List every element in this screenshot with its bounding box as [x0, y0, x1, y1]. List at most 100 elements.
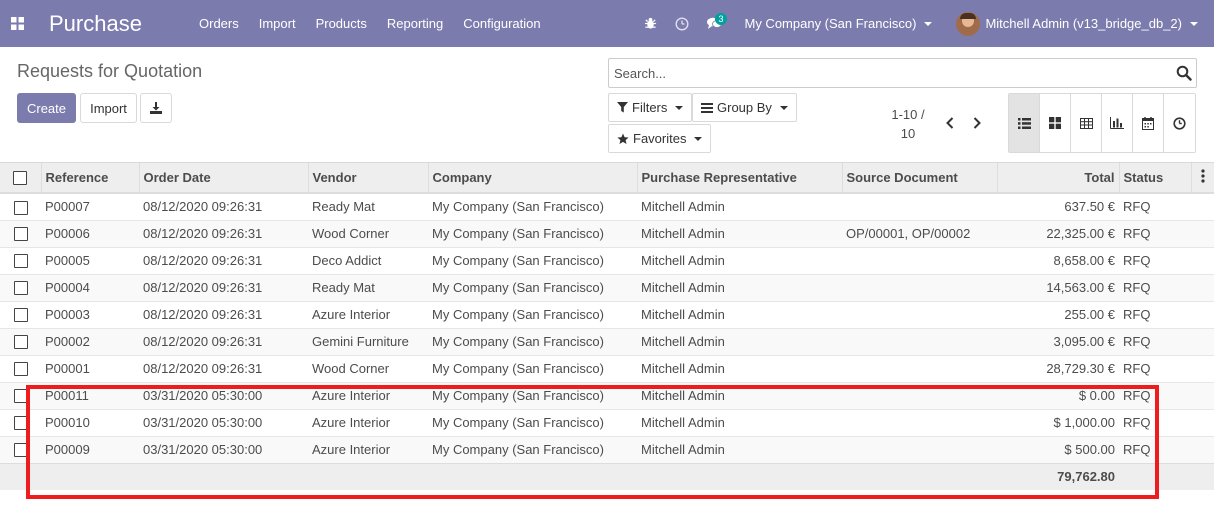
row-checkbox-cell[interactable]: [0, 192, 41, 220]
cell-vendor: Azure Interior: [308, 381, 428, 409]
cell-reference: P00006: [41, 219, 139, 247]
debug-bug-icon[interactable]: [634, 0, 666, 47]
row-checkbox[interactable]: [13, 200, 28, 215]
activity-view-icon[interactable]: [1164, 94, 1195, 152]
user-name: Mitchell Admin (v13_bridge_db_2): [985, 16, 1182, 31]
search-input[interactable]: [614, 65, 1164, 81]
cell-status: RFQ: [1119, 246, 1191, 274]
pager-next-icon[interactable]: [969, 115, 985, 131]
row-checkbox[interactable]: [13, 416, 28, 431]
cell-total: $ 1,000.00: [997, 408, 1119, 436]
menu-configuration[interactable]: Configuration: [463, 16, 540, 31]
row-checkbox[interactable]: [13, 335, 28, 350]
table-row[interactable]: P00011 03/31/2020 05:30:00 Azure Interior M…: [0, 381, 1214, 409]
view-switcher: [1008, 93, 1196, 153]
menu-orders[interactable]: Orders: [199, 16, 239, 31]
kanban-view-icon[interactable]: [1040, 94, 1071, 152]
menu-products[interactable]: Products: [316, 16, 367, 31]
search-icon[interactable]: [1176, 65, 1192, 84]
cell-company: My Company (San Francisco): [428, 408, 637, 436]
cell-company: My Company (San Francisco): [428, 354, 637, 382]
cell-rep: Mitchell Admin: [637, 273, 842, 301]
optional-columns-icon[interactable]: [1191, 163, 1214, 194]
cell-company: My Company (San Francisco): [428, 192, 637, 220]
row-end-cell: [1191, 273, 1214, 301]
row-checkbox-cell[interactable]: [0, 327, 41, 355]
graph-view-icon[interactable]: [1102, 94, 1133, 152]
cell-vendor: Deco Addict: [308, 246, 428, 274]
table-row[interactable]: P00003 08/12/2020 09:26:31 Azure Interior M…: [0, 300, 1214, 328]
cell-rep: Mitchell Admin: [637, 354, 842, 382]
column-header-status[interactable]: Status: [1119, 163, 1192, 194]
table-row[interactable]: P00009 03/31/2020 05:30:00 Azure Interior M…: [0, 435, 1214, 463]
table-row[interactable]: P00007 08/12/2020 09:26:31 Ready Mat My Com…: [0, 192, 1214, 220]
column-header-company[interactable]: Company: [428, 163, 638, 194]
row-checkbox[interactable]: [13, 227, 28, 242]
row-checkbox[interactable]: [13, 389, 28, 404]
cell-reference: P00001: [41, 354, 139, 382]
apps-menu-icon[interactable]: [0, 0, 34, 47]
table-row[interactable]: P00004 08/12/2020 09:26:31 Ready Mat My Com…: [0, 273, 1214, 301]
pivot-view-icon[interactable]: [1071, 94, 1102, 152]
company-switcher[interactable]: My Company (San Francisco): [744, 16, 933, 31]
cell-vendor: Wood Corner: [308, 354, 428, 382]
cell-source: [842, 273, 997, 301]
group-by-button[interactable]: Group By: [692, 93, 797, 122]
cell-total: 8,658.00 €: [997, 246, 1119, 274]
activity-clock-icon[interactable]: [666, 0, 698, 47]
cell-reference: P00002: [41, 327, 139, 355]
footer-cell: [308, 462, 428, 490]
chevron-down-icon: [779, 105, 788, 110]
app-name[interactable]: Purchase: [49, 11, 199, 37]
table-row[interactable]: P00002 08/12/2020 09:26:31 Gemini Furnitur…: [0, 327, 1214, 355]
pager-value[interactable]: 1-10 / 10: [883, 105, 933, 143]
filters-button[interactable]: Filters: [608, 93, 693, 122]
row-checkbox-cell[interactable]: [0, 408, 41, 436]
menu-reporting[interactable]: Reporting: [387, 16, 443, 31]
column-header-reference[interactable]: Reference: [41, 163, 140, 194]
row-checkbox[interactable]: [13, 281, 28, 296]
column-header-vendor[interactable]: Vendor: [308, 163, 429, 194]
select-all-checkbox[interactable]: [13, 171, 28, 186]
calendar-view-icon[interactable]: [1133, 94, 1164, 152]
menu-import[interactable]: Import: [259, 16, 296, 31]
column-header-total[interactable]: Total: [997, 163, 1120, 194]
import-button[interactable]: Import: [80, 93, 137, 123]
messages-badge: 3: [715, 13, 727, 25]
row-end-cell: [1191, 435, 1214, 463]
row-checkbox-cell[interactable]: [0, 246, 41, 274]
column-header-order-date[interactable]: Order Date: [139, 163, 309, 194]
table-row[interactable]: P00006 08/12/2020 09:26:31 Wood Corner My C…: [0, 219, 1214, 247]
favorites-button[interactable]: Favorites: [608, 124, 712, 153]
row-checkbox[interactable]: [13, 308, 28, 323]
user-menu[interactable]: Mitchell Admin (v13_bridge_db_2): [956, 11, 1198, 36]
list-view-icon[interactable]: [1009, 94, 1040, 152]
filters-label: Filters: [632, 100, 668, 115]
row-checkbox[interactable]: [13, 443, 28, 458]
export-download-button[interactable]: [140, 93, 172, 123]
row-checkbox-cell[interactable]: [0, 300, 41, 328]
create-button[interactable]: Create: [17, 93, 76, 123]
table-row[interactable]: P00010 03/31/2020 05:30:00 Azure Interior M…: [0, 408, 1214, 436]
pager-previous-icon[interactable]: [942, 115, 958, 131]
row-checkbox-cell[interactable]: [0, 354, 41, 382]
chevron-down-icon: [694, 136, 703, 141]
cell-status: RFQ: [1119, 354, 1191, 382]
row-checkbox-cell[interactable]: [0, 273, 41, 301]
row-checkbox-cell[interactable]: [0, 381, 41, 409]
messages-icon[interactable]: 3: [698, 0, 730, 47]
row-end-cell: [1191, 327, 1214, 355]
row-checkbox-cell[interactable]: [0, 219, 41, 247]
select-all-checkbox-cell[interactable]: [0, 163, 42, 194]
row-checkbox[interactable]: [13, 254, 28, 269]
column-header-purchase-representative[interactable]: Purchase Representative: [637, 163, 843, 194]
cell-vendor: Ready Mat: [308, 273, 428, 301]
row-end-cell: [1191, 354, 1214, 382]
table-row[interactable]: P00005 08/12/2020 09:26:31 Deco Addict My C…: [0, 246, 1214, 274]
cell-status: RFQ: [1119, 219, 1191, 247]
cell-rep: Mitchell Admin: [637, 435, 842, 463]
column-header-source-document[interactable]: Source Document: [842, 163, 998, 194]
row-checkbox-cell[interactable]: [0, 435, 41, 463]
row-checkbox[interactable]: [13, 362, 28, 377]
table-row[interactable]: P00001 08/12/2020 09:26:31 Wood Corner My C…: [0, 354, 1214, 382]
